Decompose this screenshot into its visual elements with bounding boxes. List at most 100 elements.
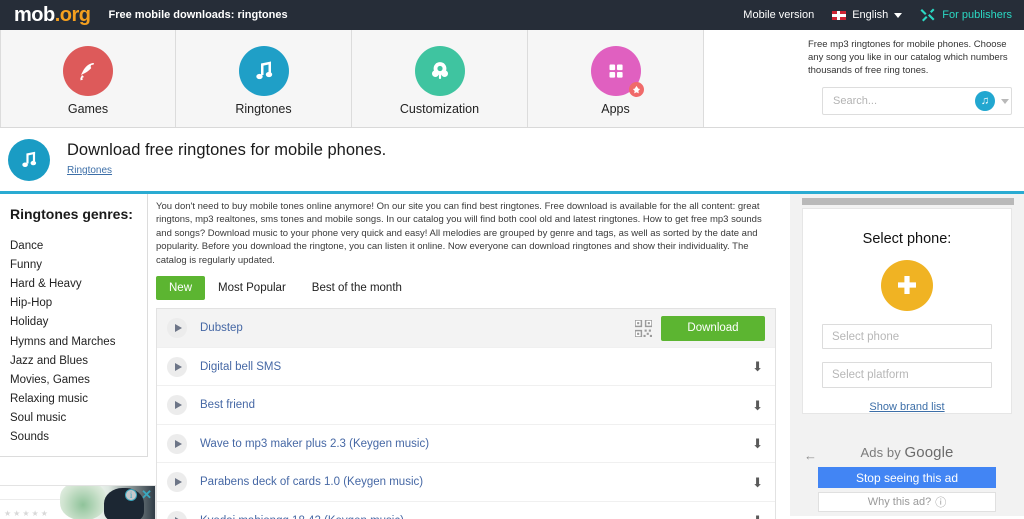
scrollbar[interactable]: [802, 198, 1014, 205]
nav-item-games[interactable]: Games: [0, 30, 176, 127]
tab-most-popular[interactable]: Most Popular: [205, 276, 299, 300]
ringtone-title[interactable]: Kyodai mahjongg 18.42 (Keygen music): [200, 515, 404, 519]
play-icon[interactable]: [167, 472, 187, 493]
page-body: Ringtones genres: Dance Funny Hard & Hea…: [0, 194, 1024, 519]
sidebar-item-holiday[interactable]: Holiday: [10, 313, 147, 332]
close-icon[interactable]: ✕: [141, 488, 152, 501]
top-bar-right: Mobile version English For publishers: [743, 7, 1012, 23]
show-brand-list-link[interactable]: Show brand list: [869, 401, 944, 413]
download-arrow-icon[interactable]: ⬇: [752, 399, 765, 412]
site-logo[interactable]: mob.org: [14, 5, 91, 25]
stop-seeing-ad-button[interactable]: Stop seeing this ad: [818, 467, 996, 488]
sidebar-item-hard-heavy[interactable]: Hard & Heavy: [10, 274, 147, 293]
plus-icon[interactable]: [881, 260, 933, 311]
row-actions: Download: [635, 315, 765, 341]
sidebar-item-movies-games[interactable]: Movies, Games: [10, 370, 147, 389]
breadcrumb[interactable]: Ringtones: [67, 165, 112, 176]
sidebar-item-hymns-marches[interactable]: Hymns and Marches: [10, 332, 147, 351]
tab-best-of-the-month[interactable]: Best of the month: [299, 276, 415, 300]
bottom-left-ad[interactable]: i ✕ ★★★★★: [0, 485, 156, 519]
sidebar-item-jazz-blues[interactable]: Jazz and Blues: [10, 351, 147, 370]
ad-plant-image: [60, 486, 106, 519]
row-actions: ⬇: [752, 437, 765, 450]
right-sidebar: Select phone: Show brand list ← Ads by G…: [790, 194, 1024, 516]
site-tagline: Free mobile downloads: ringtones: [108, 9, 288, 21]
download-button[interactable]: Download: [661, 315, 765, 341]
logo-org: org: [59, 4, 91, 26]
logo-mob: mob: [14, 4, 55, 26]
main-content: You don't need to buy mobile tones onlin…: [148, 194, 790, 519]
select-phone-card: Select phone: Show brand list: [802, 208, 1012, 414]
play-icon[interactable]: [167, 356, 187, 377]
search-box[interactable]: ♫: [822, 87, 1012, 115]
table-row[interactable]: Wave to mp3 maker plus 2.3 (Keygen music…: [157, 425, 775, 464]
chevron-down-icon: [894, 12, 903, 18]
play-icon[interactable]: [167, 395, 187, 416]
nav-right-panel: Free mp3 ringtones for mobile phones. Ch…: [704, 30, 1024, 127]
row-actions: ⬇: [752, 399, 765, 412]
search-input[interactable]: [833, 95, 975, 107]
for-publishers-link[interactable]: For publishers: [920, 7, 1012, 23]
tab-new[interactable]: New: [156, 276, 206, 301]
ringtone-title[interactable]: Digital bell SMS: [200, 361, 281, 373]
sidebar-item-hip-hop[interactable]: Hip-Hop: [10, 294, 147, 313]
qr-code-icon[interactable]: [635, 319, 652, 337]
download-arrow-icon[interactable]: ⬇: [752, 514, 765, 519]
back-arrow-icon[interactable]: ←: [804, 448, 817, 463]
table-row[interactable]: Digital bell SMS ⬇: [157, 348, 775, 387]
play-icon[interactable]: [167, 510, 187, 519]
row-actions: ⬇: [752, 476, 765, 489]
ringtone-title[interactable]: Wave to mp3 maker plus 2.3 (Keygen music…: [200, 438, 429, 450]
table-row[interactable]: Best friend ⬇: [157, 386, 775, 425]
mobile-version-link[interactable]: Mobile version: [743, 9, 814, 21]
ringtone-title[interactable]: Parabens deck of cards 1.0 (Keygen music…: [200, 476, 423, 488]
select-phone-title: Select phone:: [862, 231, 952, 247]
sidebar-item-dance[interactable]: Dance: [10, 236, 147, 255]
ads-by-google-label: Ads by Google: [860, 444, 953, 461]
nav-item-games-label: Games: [67, 101, 109, 116]
page-title: Download free ringtones for mobile phone…: [67, 141, 387, 159]
sidebar-item-relaxing-music[interactable]: Relaxing music: [10, 390, 147, 409]
ringtone-title[interactable]: Dubstep: [200, 322, 243, 334]
table-row[interactable]: Parabens deck of cards 1.0 (Keygen music…: [157, 463, 775, 502]
download-arrow-icon[interactable]: ⬇: [752, 476, 765, 489]
play-icon[interactable]: [167, 318, 187, 339]
why-this-ad-label: Why this ad?: [867, 496, 932, 508]
nav-item-ringtones[interactable]: Ringtones: [176, 30, 352, 127]
for-publishers-label: For publishers: [942, 9, 1012, 21]
search-music-icon[interactable]: ♫: [975, 91, 995, 111]
select-platform-input[interactable]: [822, 362, 992, 388]
why-this-ad-button[interactable]: Why this ad? ⓘ: [818, 492, 996, 512]
ad-rating-stars: ★★★★★: [4, 509, 50, 518]
nav-item-customization[interactable]: Customization: [352, 30, 528, 127]
ringtone-title[interactable]: Best friend: [200, 399, 255, 411]
nav-item-customization-label: Customization: [399, 101, 480, 116]
info-icon[interactable]: i: [125, 489, 138, 501]
download-arrow-icon[interactable]: ⬇: [752, 360, 765, 373]
ad-controls: i ✕: [125, 488, 152, 501]
chevron-down-icon[interactable]: [1001, 98, 1009, 104]
top-bar: mob.org Free mobile downloads: ringtones…: [0, 0, 1024, 30]
sidebar-item-funny[interactable]: Funny: [10, 255, 147, 274]
info-icon: ⓘ: [935, 497, 947, 509]
apps-grid-icon: [590, 45, 644, 97]
nav-item-apps-label: Apps: [601, 101, 630, 116]
table-row[interactable]: Kyodai mahjongg 18.42 (Keygen music) ⬇: [157, 502, 775, 519]
rocket-icon: [63, 45, 113, 96]
table-row[interactable]: Dubstep Download: [157, 309, 775, 348]
uk-flag-icon: [832, 10, 847, 20]
select-phone-input[interactable]: [822, 323, 992, 350]
sidebar-item-soul-music[interactable]: Soul music: [10, 409, 147, 428]
sidebar-item-sounds[interactable]: Sounds: [10, 428, 147, 447]
ads-by-text: Ads by: [860, 445, 901, 460]
site-description: Free mp3 ringtones for mobile phones. Ch…: [808, 39, 1008, 76]
nav-item-apps[interactable]: Apps: [528, 30, 704, 127]
row-actions: ⬇: [752, 360, 765, 373]
play-icon[interactable]: [167, 433, 187, 454]
music-note-icon: [8, 138, 50, 181]
language-selector[interactable]: English: [832, 9, 903, 21]
flower-gear-icon: [414, 45, 465, 96]
genres-sidebar: Ringtones genres: Dance Funny Hard & Hea…: [0, 194, 148, 457]
sort-tabs: New Most Popular Best of the month: [156, 276, 776, 301]
download-arrow-icon[interactable]: ⬇: [752, 437, 765, 450]
